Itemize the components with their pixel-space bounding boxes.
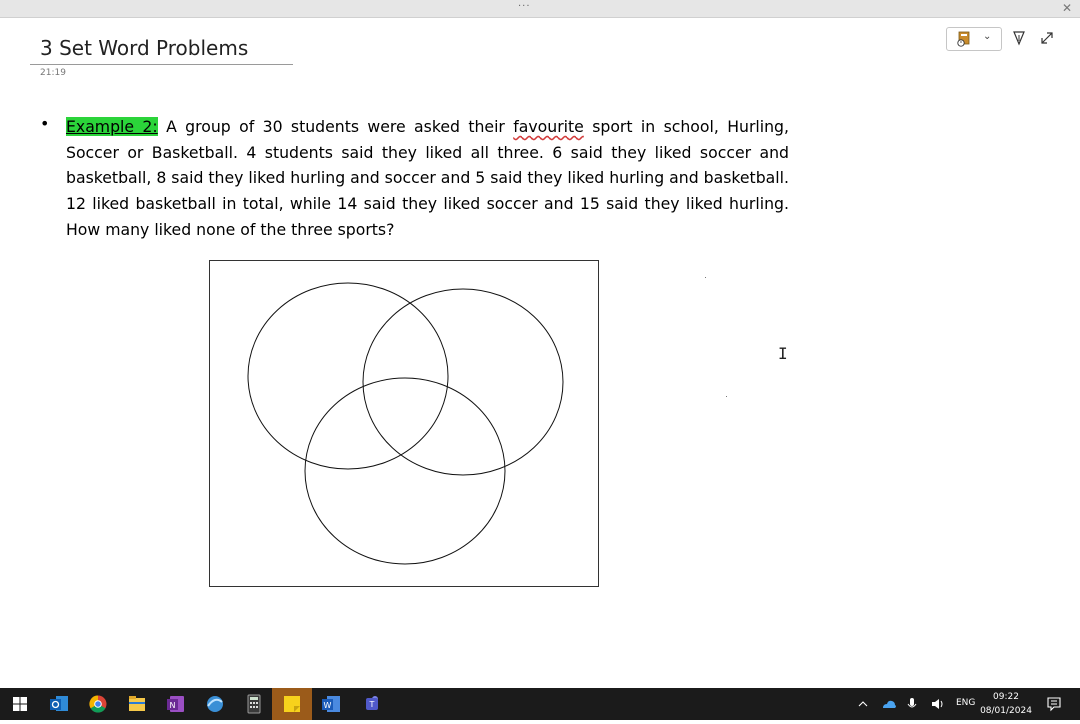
show-hidden-icons-chevron-icon[interactable]	[856, 688, 870, 720]
venn-circle-left	[247, 282, 449, 470]
svg-text:W: W	[324, 701, 332, 710]
page-timestamp: 21:19	[40, 68, 66, 78]
venn-circle-right	[362, 288, 564, 476]
title-divider	[30, 64, 293, 65]
calendar-clock-icon	[957, 31, 970, 47]
pen-tip-icon[interactable]	[1010, 29, 1028, 47]
outlook-icon[interactable]	[43, 692, 75, 716]
recording-dropdown-button[interactable]: ⌄	[946, 27, 1002, 51]
clock-time: 09:22	[993, 692, 1019, 702]
taskbar-clock[interactable]: 09:22 08/01/2024	[978, 690, 1034, 718]
svg-text:T: T	[369, 700, 375, 709]
word-problem-text[interactable]: Example 2: A group of 30 students were a…	[66, 114, 789, 243]
browser-icon[interactable]	[199, 692, 231, 716]
spelling-flagged-word[interactable]: favourite	[513, 117, 584, 136]
windows-start-icon[interactable]	[4, 692, 36, 716]
problem-text-1: A group of 30 students were asked their	[157, 117, 514, 136]
text-cursor-icon: I	[778, 344, 788, 363]
notifications-icon[interactable]	[1044, 688, 1064, 720]
page-title[interactable]: 3 Set Word Problems	[40, 36, 248, 60]
window-grip[interactable]: ···	[518, 1, 531, 12]
chrome-icon[interactable]	[82, 692, 114, 716]
onenote-icon[interactable]: N	[160, 692, 192, 716]
page-toolbar: ⌄	[940, 26, 1080, 52]
chevron-down-icon: ⌄	[983, 31, 992, 42]
svg-text:N: N	[170, 701, 176, 710]
close-icon[interactable]: ✕	[1062, 1, 1072, 15]
sticky-notes-taskbar-button[interactable]	[272, 688, 312, 720]
volume-icon[interactable]	[929, 688, 947, 720]
sticky-notes-icon	[284, 696, 300, 712]
onenote-page: 3 Set Word Problems 21:19 ⌄ • Example 2:…	[0, 18, 1080, 688]
ink-dot	[705, 277, 706, 278]
venn-circle-bottom	[304, 377, 506, 565]
venn-diagram	[247, 282, 564, 565]
file-explorer-icon[interactable]	[121, 692, 153, 716]
calculator-icon[interactable]	[238, 692, 270, 716]
windows-taskbar: N W T ENG 09:22 08/01/2024	[0, 688, 1080, 720]
microphone-icon[interactable]	[905, 688, 919, 720]
teams-icon[interactable]: T	[354, 692, 386, 716]
ink-dot	[726, 396, 727, 397]
window-title-bar: ··· ✕	[0, 0, 1080, 18]
bullet-point: •	[40, 114, 50, 133]
expand-icon[interactable]	[1038, 29, 1056, 47]
word-icon[interactable]: W	[315, 692, 347, 716]
input-language[interactable]: ENG	[956, 698, 975, 708]
clock-date: 08/01/2024	[980, 706, 1032, 716]
example-label: Example 2:	[66, 117, 158, 136]
venn-diagram-frame[interactable]	[209, 260, 599, 587]
onedrive-icon[interactable]	[880, 688, 898, 720]
